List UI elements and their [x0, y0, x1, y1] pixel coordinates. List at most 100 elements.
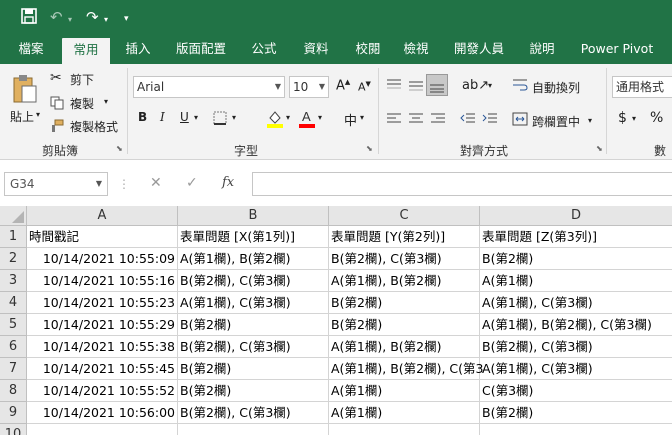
redo-icon[interactable]: ↷ [86, 7, 99, 27]
customize-qat-icon[interactable]: ▾ [124, 9, 129, 29]
cell[interactable]: A(第1欄) [329, 380, 480, 402]
format-painter-icon[interactable] [50, 119, 64, 136]
format-painter-label[interactable]: 複製格式 [70, 118, 118, 135]
cut-icon[interactable]: ✂ [50, 70, 62, 86]
cell[interactable]: 10/14/2021 10:55:09 [27, 248, 178, 270]
tab-page-layout[interactable]: 版面配置 [168, 36, 234, 64]
phonetic-guide-button[interactable]: 中 [344, 110, 357, 129]
decrease-indent-icon[interactable] [460, 112, 476, 129]
orientation-icon[interactable]: ab↗ [462, 78, 489, 93]
cell[interactable]: B(第2欄) [480, 402, 672, 424]
cell[interactable] [27, 424, 178, 435]
column-header-a[interactable]: A [27, 206, 178, 226]
cell[interactable]: 10/14/2021 10:56:00 [27, 402, 178, 424]
cell[interactable]: A(第1欄), B(第2欄), C(第3 [329, 358, 484, 380]
row-header[interactable]: 10 [0, 424, 27, 435]
cell[interactable]: 10/14/2021 10:55:45 [27, 358, 178, 380]
font-name-combo[interactable]: Arial ▼ [133, 76, 285, 98]
merge-center-icon[interactable] [512, 112, 528, 129]
phonetic-dropdown-icon[interactable]: ▾ [360, 113, 364, 122]
row-header[interactable]: 9 [0, 402, 27, 424]
cell[interactable]: B(第2欄), C(第3欄) [329, 248, 480, 270]
paste-button[interactable]: 貼上 ▾ [6, 70, 42, 134]
column-header-b[interactable]: B [178, 206, 329, 226]
currency-button[interactable]: $ [618, 110, 627, 126]
tab-home[interactable]: 常用 [62, 38, 110, 64]
redo-dropdown-icon[interactable]: ▾ [104, 10, 108, 30]
cell[interactable]: 10/14/2021 10:55:52 [27, 380, 178, 402]
tab-review[interactable]: 校閱 [346, 36, 390, 64]
clipboard-launcher-icon[interactable]: ⬊ [116, 144, 123, 153]
cell[interactable]: B(第2欄) [178, 314, 329, 336]
save-icon[interactable] [20, 7, 38, 30]
cell[interactable]: 表單問題 [Z(第3列)] [480, 226, 672, 248]
bottom-align-icon[interactable] [426, 74, 448, 96]
merge-dropdown-icon[interactable]: ▾ [588, 116, 592, 125]
cell[interactable]: 10/14/2021 10:55:29 [27, 314, 178, 336]
tab-help[interactable]: 說明 [520, 36, 564, 64]
cell[interactable]: A(第1欄), C(第3欄) [178, 292, 329, 314]
cell[interactable]: A(第1欄) [329, 402, 480, 424]
fill-color-dropdown-icon[interactable]: ▾ [286, 113, 290, 122]
cut-label[interactable]: 剪下 [70, 71, 94, 88]
cell[interactable] [480, 424, 672, 435]
tab-data[interactable]: 資料 [294, 36, 338, 64]
number-format-combo[interactable]: 通用格式 [612, 76, 672, 98]
cell[interactable]: A(第1欄) [480, 270, 672, 292]
cell[interactable] [329, 424, 480, 435]
row-header[interactable]: 3 [0, 270, 27, 292]
cell[interactable]: A(第1欄), B(第2欄) [329, 336, 480, 358]
cell[interactable]: A(第1欄), B(第2欄) [329, 270, 480, 292]
merge-center-label[interactable]: 跨欄置中 [532, 113, 580, 130]
cell[interactable]: B(第2欄) [178, 358, 329, 380]
row-header[interactable]: 1 [0, 226, 27, 248]
borders-dropdown-icon[interactable]: ▾ [232, 113, 236, 122]
orientation-dropdown-icon[interactable]: ▾ [488, 81, 492, 90]
borders-icon[interactable] [212, 110, 228, 129]
increase-indent-icon[interactable] [482, 112, 498, 129]
font-color-dropdown-icon[interactable]: ▾ [318, 113, 322, 122]
cell[interactable]: B(第2欄) [178, 380, 329, 402]
cell[interactable]: 表單問題 [Y(第2列)] [329, 226, 480, 248]
undo-dropdown-icon[interactable]: ▾ [68, 10, 72, 30]
tab-developer[interactable]: 開發人員 [446, 36, 512, 64]
cell[interactable]: B(第2欄) [329, 292, 480, 314]
currency-dropdown-icon[interactable]: ▾ [632, 114, 636, 123]
alignment-launcher-icon[interactable]: ⬊ [596, 144, 603, 153]
font-color-icon[interactable]: A [298, 108, 316, 131]
bold-button[interactable]: B [138, 110, 147, 124]
row-header[interactable]: 7 [0, 358, 27, 380]
align-center-icon[interactable] [408, 112, 424, 129]
row-header[interactable]: 8 [0, 380, 27, 402]
cell[interactable] [178, 424, 329, 435]
row-header[interactable]: 2 [0, 248, 27, 270]
align-right-icon[interactable] [430, 112, 446, 129]
cell[interactable]: 10/14/2021 10:55:38 [27, 336, 178, 358]
cell[interactable]: 10/14/2021 10:55:16 [27, 270, 178, 292]
insert-function-icon[interactable]: fx [222, 175, 234, 190]
tab-formulas[interactable]: 公式 [242, 36, 286, 64]
select-all-corner[interactable] [0, 206, 27, 226]
align-left-icon[interactable] [386, 112, 402, 129]
tab-view[interactable]: 檢視 [394, 36, 438, 64]
font-launcher-icon[interactable]: ⬊ [366, 144, 373, 153]
italic-button[interactable]: I [160, 110, 165, 124]
underline-button[interactable]: U [180, 110, 189, 124]
tab-insert[interactable]: 插入 [116, 36, 160, 64]
cell[interactable]: B(第2欄), C(第3欄) [178, 270, 329, 292]
cell[interactable]: A(第1欄), C(第3欄) [480, 292, 672, 314]
row-header[interactable]: 4 [0, 292, 27, 314]
cell[interactable]: B(第2欄), C(第3欄) [178, 402, 329, 424]
cell[interactable]: B(第2欄), C(第3欄) [178, 336, 329, 358]
copy-label[interactable]: 複製 [70, 95, 94, 112]
cell[interactable]: A(第1欄), C(第3欄) [480, 358, 672, 380]
tab-file[interactable]: 檔案 [8, 36, 54, 64]
undo-icon[interactable]: ↶ [50, 7, 63, 27]
copy-icon[interactable] [50, 96, 64, 113]
cell[interactable]: B(第2欄), C(第3欄) [480, 336, 672, 358]
percent-button[interactable]: % [650, 110, 663, 126]
increase-font-icon[interactable]: A▲ [336, 78, 350, 93]
cell[interactable]: 時間戳記 [27, 226, 178, 248]
wrap-text-icon[interactable] [512, 78, 528, 95]
row-header[interactable]: 5 [0, 314, 27, 336]
